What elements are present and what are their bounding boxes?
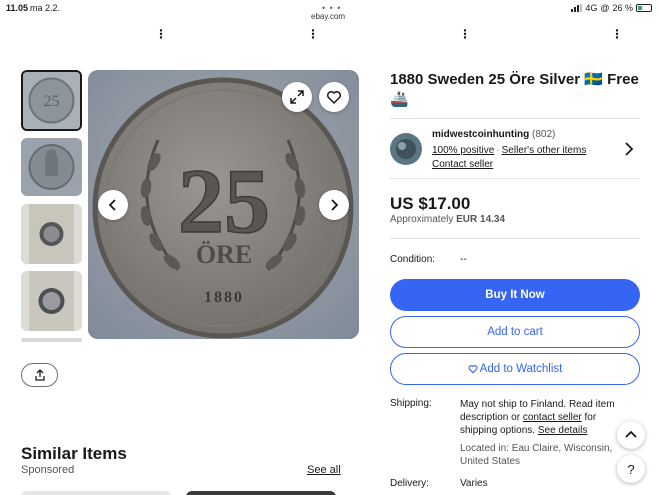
more-menu-icon[interactable]: ⋮ [459,28,471,40]
coin-year: 1880 [204,289,244,306]
seller-name[interactable]: midwestcoinhunting [432,129,529,140]
item-location: Located in: Eau Claire, Wisconsin, Unite… [460,443,613,467]
heart-icon [468,365,478,374]
similar-item-card[interactable] [21,491,171,495]
signal-icon [571,4,583,12]
add-to-watchlist-button[interactable]: Add to Watchlist [390,353,640,385]
seller-feedback-count: (802) [532,129,556,140]
add-to-cart-button[interactable]: Add to cart [390,316,640,348]
location-icon: @ [600,3,610,13]
separator-dot: · [496,145,500,156]
thumbnail-3[interactable] [21,204,82,264]
thumbnail-2[interactable] [21,138,82,196]
next-image-button[interactable] [319,190,349,220]
thumbnail-5[interactable] [21,338,82,342]
similar-item-card[interactable] [186,491,336,495]
approx-prefix: Approximately [390,214,454,225]
more-menu-icon[interactable]: ⋮ [611,28,623,40]
status-time: 11.05 [6,3,29,13]
listing-title: 1880 Sweden 25 Öre Silver 🇸🇪 Free 🚢 [390,71,639,108]
address-url[interactable]: ebay.com [311,12,345,21]
separator-dot: · [588,145,592,156]
svg-text:25: 25 [44,93,60,110]
divider [390,118,640,119]
chevron-right-icon [625,142,634,156]
coin-reverse-thumbnail-image [21,138,82,196]
main-product-image[interactable]: 25 ÖRE 1880 [88,70,359,339]
chevron-left-icon [108,199,116,211]
seller-chevron-right-icon[interactable] [624,142,634,161]
delivery-label: Delivery: [390,478,429,489]
sponsored-label: Sponsored [21,464,75,476]
status-date: ma 2.2. [30,3,61,13]
scroll-top-button[interactable] [617,421,645,449]
divider [390,238,640,239]
condition-label: Condition: [390,254,436,265]
coin-photo-thumbnail-image [21,271,82,331]
watchlist-label: Add to Watchlist [479,363,563,375]
coin-denomination: ÖRE [196,240,252,269]
seller-links: 100% positive · Seller's other items · Cont… [432,144,622,172]
more-menu-icon[interactable]: ⋮ [307,28,319,40]
chevron-up-icon [625,430,637,438]
positive-feedback-link[interactable]: 100% positive [432,145,494,156]
help-button[interactable]: ? [617,455,645,483]
share-icon [34,369,45,381]
contact-seller-link[interactable]: Contact seller [432,159,493,170]
heart-icon [326,90,342,104]
thumbnail-1[interactable]: 25 [21,70,82,131]
delivery-value: Varies [460,478,488,489]
approx-value: EUR 14.34 [456,214,506,225]
seller-other-items-link[interactable]: Seller's other items [502,145,587,156]
seller-avatar[interactable] [390,133,422,165]
battery-label: 26 % [612,3,633,13]
approx-price: Approximately EUR 14.34 [390,214,505,225]
similar-items-heading: Similar Items [21,444,127,463]
status-bar: 11.05 ma 2.2. • • • ebay.com 4G @ 26 % [0,0,660,24]
seller-name-row[interactable]: midwestcoinhunting (802) [432,129,555,140]
condition-value: -- [460,254,467,265]
contact-seller-shipping-link[interactable]: contact seller [523,412,582,423]
thumbnail-4[interactable] [21,271,82,331]
expand-icon [290,90,304,104]
divider [390,178,640,179]
help-icon: ? [627,461,635,477]
network-label: 4G [585,3,598,13]
shipping-label: Shipping: [390,398,432,409]
more-menu-icon[interactable]: ⋮ [155,28,167,40]
coin-thumbnail-image: 25 [23,72,80,129]
coin-photo-thumbnail-image [21,204,82,264]
chevron-right-icon [331,199,339,211]
coin-numeral: 25 [178,150,270,252]
status-indicators: 4G @ 26 % [571,3,652,13]
seller-avatar-image [390,133,422,165]
buy-it-now-button[interactable]: Buy It Now [390,279,640,311]
see-all-link[interactable]: See all [307,464,341,476]
battery-icon [636,4,652,12]
shipping-text: May not ship to Finland. Read item descr… [460,398,620,437]
price: US $17.00 [390,194,471,213]
see-details-link[interactable]: See details [538,425,587,436]
share-button[interactable] [21,363,58,387]
expand-button[interactable] [282,82,312,112]
watch-heart-button[interactable] [319,82,349,112]
previous-image-button[interactable] [98,190,128,220]
